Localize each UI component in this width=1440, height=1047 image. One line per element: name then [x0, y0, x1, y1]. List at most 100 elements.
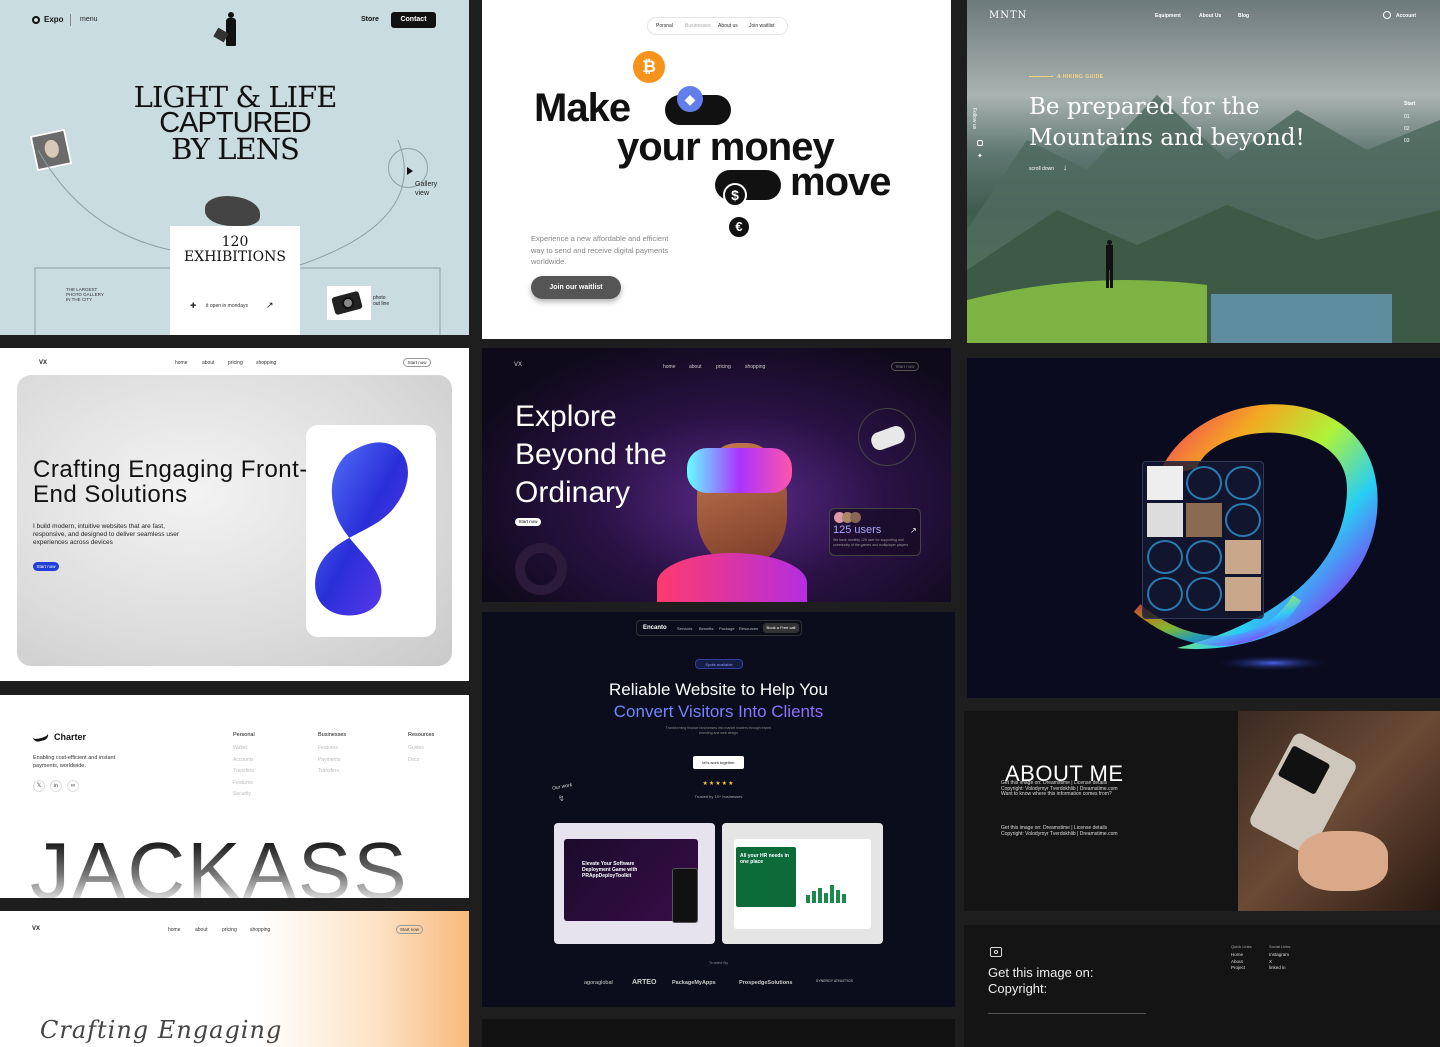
nav-shopping[interactable]: shopping [250, 927, 270, 933]
arrow-up-right-icon[interactable]: ↗ [266, 300, 274, 311]
photo-online-text: photo out line [373, 295, 390, 307]
x-icon[interactable]: 𝕏 [33, 780, 45, 792]
dollar-icon: $ [723, 183, 747, 207]
charter-tagline: Enabling cost-efficient and instant paym… [33, 755, 116, 769]
plus-icon[interactable]: + [190, 300, 196, 312]
money-nav: Porsnal Businesses About us Join waitlis… [647, 17, 788, 35]
twitter-icon[interactable]: ✦ [977, 152, 983, 160]
nav-about[interactable]: about [195, 927, 208, 933]
vx-logo[interactable]: VX [32, 926, 40, 932]
curly-arrow-icon: ↯ [558, 794, 565, 803]
get-image-line-1: Get this image on: [988, 965, 1094, 980]
encanto-nav: Encanto Services Benefits Package Resour… [636, 620, 802, 636]
nav-personal[interactable]: Porsnal [656, 23, 673, 29]
nav-about[interactable]: about [689, 364, 702, 370]
nav-businesses[interactable]: Businesses [685, 23, 711, 29]
start-now-button[interactable]: Start now [515, 518, 541, 526]
coin-thumb[interactable] [1225, 503, 1261, 537]
coin-thumb[interactable] [1225, 466, 1261, 500]
users-description: We have monthly 125 user for supporting … [833, 538, 909, 547]
charter-tile: Charter Enabling cost-efficient and inst… [0, 695, 469, 898]
nav-home[interactable]: home [168, 927, 181, 933]
side-01[interactable]: 01 [1404, 114, 1410, 120]
nav-shopping[interactable]: shopping [256, 360, 276, 366]
vx-logo[interactable]: VX [39, 360, 47, 366]
social-links-title: Social Links [1269, 944, 1291, 949]
nav-about-us[interactable]: About Us [1199, 13, 1221, 19]
account-icon[interactable] [1383, 11, 1391, 19]
scroll-down[interactable]: scroll down [1029, 166, 1054, 172]
color-block [1211, 294, 1392, 343]
craft-tile: VX home about pricing shopping Start now… [0, 348, 469, 681]
coin-thumb[interactable] [1186, 577, 1222, 611]
encanto-sub: Transforming finance businesses into mar… [665, 726, 772, 735]
cat-thumb[interactable] [1225, 540, 1261, 574]
join-waitlist-button[interactable]: Join our waitlist [531, 276, 621, 299]
side-03[interactable]: 03 [1404, 138, 1410, 144]
project-card-1[interactable]: Elevate Your Software Deployment Game wi… [554, 823, 715, 944]
nav-pricing[interactable]: pricing [716, 364, 731, 370]
jackass-wordmark: JACKASS [30, 831, 409, 899]
quick-links-title: Quick Links [1231, 944, 1252, 949]
nav-about[interactable]: About us [718, 23, 738, 29]
footer-col-resources: Resources Guides Docs [408, 732, 435, 763]
ethereum-icon: ◆ [677, 86, 703, 112]
nav-pricing[interactable]: pricing [228, 360, 243, 366]
start-now-nav-button[interactable]: Start now [403, 358, 431, 367]
project-card-2[interactable]: All your HR needs in one place [722, 823, 883, 944]
start-now-nav-button[interactable]: Start now [396, 925, 423, 934]
nav-blog[interactable]: Blog [1238, 13, 1249, 19]
bitcoin-icon: ₿ [633, 51, 665, 83]
coin-thumb[interactable] [1186, 466, 1222, 500]
swoosh-icon [32, 733, 50, 743]
users-count: 125 users [833, 524, 882, 536]
charter-brand[interactable]: Charter [54, 732, 86, 742]
euro-icon: € [727, 215, 751, 239]
script-headline: Crafting Engaging [40, 1016, 283, 1044]
vx-logo[interactable]: VX [514, 362, 522, 368]
arrow-up-right-icon[interactable]: ↗ [910, 526, 917, 535]
start-now-nav-button[interactable]: Start now [891, 362, 919, 371]
nav-pricing[interactable]: pricing [222, 927, 237, 933]
meme-thumb[interactable] [1147, 466, 1183, 500]
spots-badge: Spots available [695, 659, 743, 669]
start-now-button[interactable]: Start now [33, 562, 59, 571]
card1-title: Elevate Your Software Deployment Game wi… [582, 861, 638, 879]
social-links: Instagram X linked in [1269, 952, 1290, 970]
hiker-figure [1105, 240, 1113, 290]
side-02[interactable]: 02 [1404, 126, 1410, 132]
nft-grid [1147, 466, 1261, 611]
kicker-line [1029, 76, 1053, 77]
encanto-headline-2: Convert Visitors Into Clients [482, 702, 955, 722]
vr-person-image [637, 423, 817, 602]
nav-about[interactable]: about [202, 360, 215, 366]
nav-home[interactable]: home [663, 364, 676, 370]
mntn-logo[interactable]: MNTN [989, 10, 1027, 21]
exhibitions-card: 120 EXHIBITIONS + it open in mondays ↗ [170, 226, 300, 335]
nav-shopping[interactable]: shopping [745, 364, 765, 370]
book-call-button[interactable]: Book a Free call [763, 623, 799, 633]
cat-thumb[interactable] [1225, 577, 1261, 611]
nav-equipment[interactable]: Equipment [1155, 13, 1181, 19]
coin-thumb[interactable] [1186, 540, 1222, 574]
gallery-view-label: Gallery view [415, 181, 438, 197]
linkedin-icon[interactable]: in [50, 780, 62, 792]
photo-thumb[interactable] [1186, 503, 1222, 537]
logo-packagemyapps: PackageMyApps [672, 980, 716, 986]
coin-thumb[interactable] [1147, 577, 1183, 611]
meme-thumb[interactable] [1147, 503, 1183, 537]
instagram-icon[interactable] [977, 140, 983, 146]
coin-thumb[interactable] [1147, 540, 1183, 574]
logo-agora: agoraglobal [584, 980, 613, 986]
account-link[interactable]: Account [1396, 13, 1416, 19]
headline-make: Make [534, 86, 631, 130]
side-start: Start [1404, 101, 1416, 107]
link-icon[interactable]: ∞ [67, 780, 79, 792]
nav-home[interactable]: home [175, 360, 188, 366]
nav-join[interactable]: Join waitlist [749, 23, 775, 29]
arrow-down-icon: ↓ [1063, 163, 1067, 172]
about-paragraph-2: Get this image on: Dreamstime | License … [1001, 825, 1118, 837]
work-together-button[interactable]: let's work together [693, 756, 744, 769]
get-image-line-2: Copyright: [988, 981, 1048, 996]
encanto-logo[interactable]: Encanto [643, 625, 667, 631]
